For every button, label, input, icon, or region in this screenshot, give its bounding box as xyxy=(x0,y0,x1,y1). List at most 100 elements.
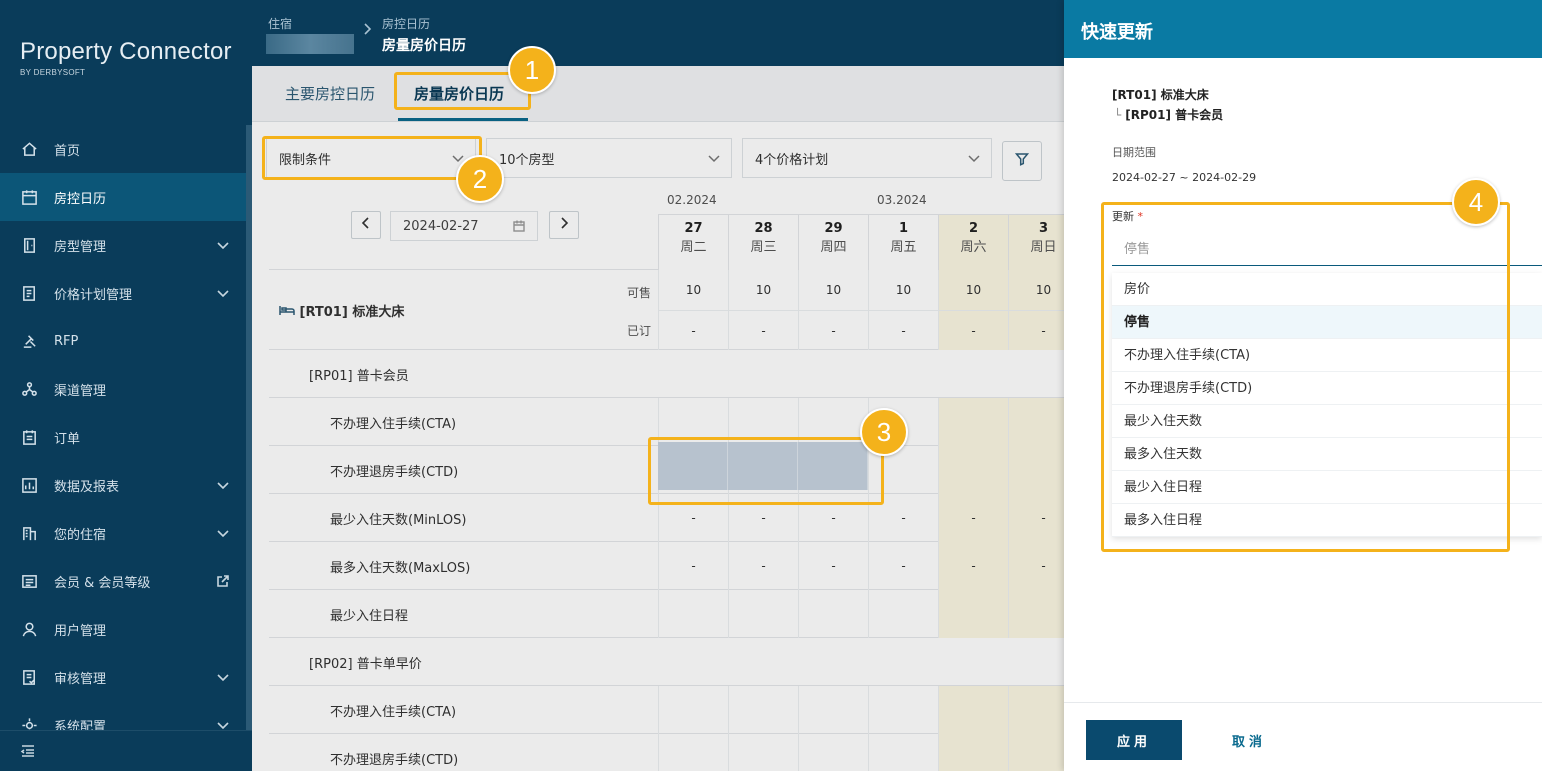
sidebar-item-door[interactable]: 房型管理 xyxy=(0,221,246,269)
calendar-cell[interactable] xyxy=(938,446,1008,494)
booked-cell[interactable]: - xyxy=(938,310,1008,350)
day-number: 28 xyxy=(754,221,773,236)
sidebar-item-member[interactable]: 会员 & 会员等级 xyxy=(0,557,246,605)
calendar-cell[interactable] xyxy=(658,398,728,446)
calendar-cell[interactable] xyxy=(798,590,868,638)
available-cell[interactable]: 10 xyxy=(938,270,1008,310)
calendar-cell[interactable] xyxy=(658,590,728,638)
calendar-cell[interactable] xyxy=(728,686,798,734)
calendar-cell[interactable]: - xyxy=(938,542,1008,590)
calendar-cell[interactable] xyxy=(798,398,868,446)
calendar-cell[interactable] xyxy=(868,734,938,771)
calendar-cell[interactable] xyxy=(938,590,1008,638)
calendar-cell[interactable] xyxy=(658,734,728,771)
calendar-cell[interactable] xyxy=(1008,734,1064,771)
sidebar-item-report[interactable]: 数据及报表 xyxy=(0,461,246,509)
calendar-cell[interactable]: - xyxy=(938,494,1008,542)
sidebar-item-channel[interactable]: 渠道管理 xyxy=(0,365,246,413)
calendar-cell[interactable] xyxy=(1008,686,1064,734)
tab-main-calendar[interactable]: 主要房控日历 xyxy=(285,83,375,104)
dropdown-option[interactable]: 不办理入住手续(CTA) xyxy=(1112,339,1542,372)
prev-date-button[interactable] xyxy=(351,211,381,239)
restriction-select[interactable]: 限制条件 xyxy=(266,138,476,178)
available-cell[interactable]: 10 xyxy=(868,270,938,310)
selected-cell[interactable] xyxy=(728,442,798,490)
calendar-cell[interactable]: - xyxy=(868,494,938,542)
update-select-input[interactable]: 停售 xyxy=(1112,236,1542,266)
dropdown-option[interactable]: 不办理退房手续(CTD) xyxy=(1112,372,1542,405)
next-date-button[interactable] xyxy=(549,211,579,239)
dropdown-option[interactable]: 最少入住日程 xyxy=(1112,471,1542,504)
selected-cells[interactable] xyxy=(658,442,868,490)
sidebar-item-gavel[interactable]: RFP xyxy=(0,317,246,365)
dropdown-option[interactable]: 最少入住天数 xyxy=(1112,405,1542,438)
cancel-button[interactable]: 取消 xyxy=(1204,720,1294,760)
dropdown-option[interactable]: 最多入住日程 xyxy=(1112,504,1542,537)
calendar-cell[interactable] xyxy=(938,686,1008,734)
calendar-cell[interactable]: - xyxy=(658,542,728,590)
dropdown-option[interactable]: 最多入住天数 xyxy=(1112,438,1542,471)
available-cell[interactable]: 10 xyxy=(798,270,868,310)
sidebar-item-home[interactable]: 首页 xyxy=(0,125,246,173)
selected-cell[interactable] xyxy=(798,442,868,490)
calendar-cell[interactable]: - xyxy=(868,542,938,590)
calendar-cell[interactable]: - xyxy=(658,494,728,542)
sidebar-scrollbar[interactable] xyxy=(246,125,252,730)
calendar-cell[interactable] xyxy=(798,686,868,734)
calendar-cell[interactable] xyxy=(1008,590,1064,638)
booked-cell[interactable]: - xyxy=(1008,310,1064,350)
tab-rate-calendar[interactable]: 房量房价日历 xyxy=(414,83,504,104)
sidebar-item-calendar[interactable]: 房控日历 xyxy=(0,173,246,221)
available-cell[interactable]: 10 xyxy=(658,270,728,310)
calendar-cell[interactable]: - xyxy=(728,494,798,542)
calendar-cell[interactable] xyxy=(728,734,798,771)
breadcrumb-parent[interactable]: 住宿 xyxy=(268,15,292,32)
calendar-cell[interactable]: - xyxy=(1008,542,1064,590)
day-header: 1 周五 xyxy=(868,215,938,270)
calendar-cell[interactable] xyxy=(938,398,1008,446)
selected-cell[interactable] xyxy=(658,442,728,490)
cell-value: - xyxy=(691,511,696,525)
sidebar-item-label: 审核管理 xyxy=(54,671,107,687)
available-cell[interactable]: 10 xyxy=(1008,270,1064,310)
filter-button[interactable] xyxy=(1002,141,1042,181)
date-picker-input[interactable]: 2024-02-27 xyxy=(390,211,538,241)
sidebar-item-building[interactable]: 您的住宿 xyxy=(0,509,246,557)
calendar-cell[interactable] xyxy=(1008,398,1064,446)
calendar-cell[interactable] xyxy=(728,590,798,638)
booked-cell[interactable]: - xyxy=(658,310,728,350)
booked-cell[interactable]: - xyxy=(798,310,868,350)
sidebar-item-audit[interactable]: 审核管理 xyxy=(0,653,246,701)
dropdown-option[interactable]: 房价 xyxy=(1112,273,1542,306)
table-row: 不办理入住手续(CTA) xyxy=(269,686,1064,734)
calendar-cell[interactable] xyxy=(658,686,728,734)
calendar-cell[interactable] xyxy=(868,686,938,734)
available-cell[interactable]: 10 xyxy=(728,270,798,310)
breadcrumb-section[interactable]: 房控日历 xyxy=(382,15,430,32)
row-label-text: [RP02] 普卡单早价 xyxy=(309,657,422,672)
cell-value: - xyxy=(971,559,976,573)
booked-cell[interactable]: - xyxy=(868,310,938,350)
rate-plan-select[interactable]: 4个价格计划 xyxy=(742,138,992,178)
calendar-cell[interactable] xyxy=(1008,446,1064,494)
calendar-cell[interactable] xyxy=(868,590,938,638)
calendar-cell[interactable] xyxy=(728,398,798,446)
calendar-cell[interactable]: - xyxy=(728,542,798,590)
calendar-cell[interactable] xyxy=(798,734,868,771)
tree-branch-icon: └ xyxy=(1114,108,1122,122)
sidebar-item-user[interactable]: 用户管理 xyxy=(0,605,246,653)
building-icon xyxy=(20,524,38,542)
calendar-cell[interactable]: - xyxy=(798,542,868,590)
collapse-menu-icon[interactable] xyxy=(20,743,36,763)
calendar-cell[interactable]: - xyxy=(798,494,868,542)
external-link-icon[interactable] xyxy=(216,574,230,588)
apply-button[interactable]: 应用 xyxy=(1086,720,1182,760)
booked-cell[interactable]: - xyxy=(728,310,798,350)
dropdown-option[interactable]: 停售 xyxy=(1112,306,1542,339)
sidebar-item-order[interactable]: 订单 xyxy=(0,413,246,461)
calendar-cell[interactable] xyxy=(938,734,1008,771)
calendar-cell[interactable]: - xyxy=(1008,494,1064,542)
sidebar-item-price-plan[interactable]: 价格计划管理 xyxy=(0,269,246,317)
gavel-icon xyxy=(20,332,38,350)
room-type-select[interactable]: 10个房型 xyxy=(486,138,732,178)
